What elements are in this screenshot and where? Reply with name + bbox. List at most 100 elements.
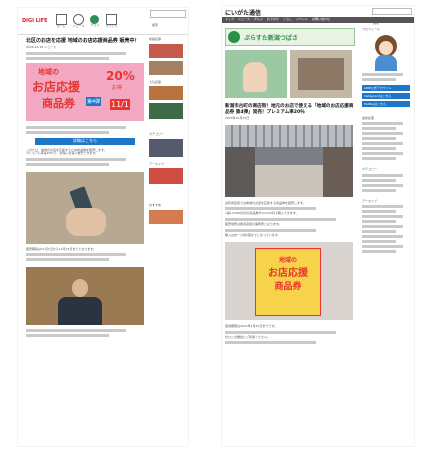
- page-right: にいがた通信 検索 トップ ニュース グルメ おでかけ くらし イベント お問い…: [222, 6, 414, 446]
- nav-item[interactable]: グルメ: [254, 18, 263, 22]
- article-title: 新潟市古町の商店街！地元のお店で使える「地域のお店応援商品券 第4弾」発売！プレ…: [225, 104, 354, 115]
- search-input[interactable]: 検索: [150, 10, 186, 27]
- arcade-floor: [255, 164, 323, 197]
- featured-thumbnail[interactable]: [225, 50, 287, 98]
- text-line: [26, 51, 127, 55]
- banner-percent: 20%: [106, 68, 135, 83]
- person-head: [72, 279, 88, 298]
- featured-thumbnail[interactable]: [290, 50, 352, 98]
- text-line: [362, 188, 396, 192]
- nav-item-event[interactable]: イベント: [105, 13, 117, 29]
- sidebar-thumbnail[interactable]: [149, 209, 183, 224]
- article-title: 北区のお店を応援 地域のお店応援商品券 販売中！: [26, 38, 140, 44]
- sidebar-section-title: カテゴリー: [362, 167, 378, 172]
- site-title[interactable]: にいがた通信: [225, 8, 261, 17]
- banner-line3: 商品券: [42, 96, 75, 110]
- text-line: [362, 220, 396, 224]
- text-line: [362, 137, 396, 141]
- site-header: DIGI LIFE ホーム ニュース グルメ イベント 検索: [18, 8, 188, 35]
- site-logo[interactable]: DIGI LIFE: [22, 18, 48, 24]
- sidebar-section-title: アーカイブ: [362, 198, 377, 203]
- nav-item[interactable]: トップ: [225, 18, 234, 22]
- instagram-button[interactable]: Instagramはこちら: [362, 92, 410, 99]
- article-meta: 2020年10月15日: [225, 116, 250, 121]
- text-line: [362, 210, 396, 214]
- nav-item[interactable]: イベント: [296, 18, 308, 22]
- article-photo-person: [26, 267, 144, 326]
- sidebar-thumbnail[interactable]: [149, 60, 183, 75]
- sidebar-right-page: プロフィール LINE公式アカウント Instagramはこちら Twitter…: [362, 27, 410, 255]
- text-line: [362, 142, 403, 146]
- ad-logo-icon: [228, 31, 240, 43]
- banner-date: 11/1: [110, 98, 130, 110]
- text-line: [362, 230, 396, 234]
- profile-caption: プロフィール: [362, 27, 380, 31]
- nav-item[interactable]: お問い合わせ: [312, 18, 330, 22]
- sidebar-thumbnail[interactable]: [149, 43, 183, 58]
- text-line: [26, 253, 127, 257]
- article-paragraph: 1冊12,000円分の商品券が10,000円で購入できます。: [225, 211, 299, 216]
- text-line: [26, 56, 109, 60]
- line-button[interactable]: LINE公式アカウント: [362, 84, 410, 91]
- banner-line2: お店応援: [32, 79, 81, 94]
- text-line: [362, 225, 403, 229]
- arcade-shops-right: [323, 146, 353, 197]
- nav-bar: トップ ニュース グルメ おでかけ くらし イベント お問い合わせ: [222, 17, 414, 23]
- nav-item[interactable]: ニュース: [238, 18, 250, 22]
- text-line: [362, 205, 403, 209]
- text-line: [225, 330, 336, 334]
- text-line: [362, 245, 403, 249]
- text-line: [225, 341, 316, 345]
- text-line: [362, 235, 403, 239]
- text-line: [26, 258, 109, 262]
- avatar-face: [379, 40, 393, 55]
- article-photo-phone: [26, 171, 144, 244]
- nav-item-home[interactable]: ホーム: [55, 13, 67, 29]
- sidebar-thumbnail[interactable]: [149, 138, 183, 157]
- person-body: [58, 297, 102, 326]
- sidebar-section-title: 最新記事: [362, 115, 375, 120]
- sidebar-thumbnail[interactable]: [149, 86, 183, 101]
- details-button[interactable]: 詳細はこちら: [35, 137, 135, 145]
- text-line: [225, 207, 316, 211]
- text-line: [362, 127, 396, 131]
- article-paragraph: 購入はお一人様5冊までとなっています。: [225, 232, 281, 237]
- article-meta: 2020.10.15 ニュース: [26, 45, 56, 49]
- ad-banner[interactable]: ぷらすた新潟つばさ: [225, 28, 355, 46]
- banner-line1: 地域の: [38, 67, 59, 76]
- article-paragraph: 販売期間は11月1日から11月15日までとなります。: [26, 246, 96, 251]
- nav-item[interactable]: おでかけ: [267, 18, 279, 22]
- arcade-shops-left: [225, 146, 255, 197]
- twitter-button[interactable]: Twitterはこちら: [362, 100, 410, 107]
- sidebar-thumbnail[interactable]: [149, 103, 183, 120]
- featured-thumbnail-figure: [243, 62, 267, 92]
- article-paragraph: 販売場所は各商店街の事務所となります。: [225, 221, 282, 226]
- text-line: [26, 125, 127, 129]
- article-photo-poster: 地域の お店応援 商品券: [225, 242, 353, 321]
- article-photo-arcade: [225, 124, 353, 197]
- sidebar-left-page: 新着記事 人気記事 カテゴリー アーカイブ おすすめ: [149, 37, 183, 224]
- article: 北区のお店を応援 地域のお店応援商品券 販売中！ 2020.10.15 ニュース…: [26, 38, 144, 339]
- hand-shape: [66, 207, 106, 236]
- nav-item-news[interactable]: ニュース: [73, 13, 84, 29]
- site-header: にいがた通信 検索: [222, 6, 414, 25]
- text-line: [362, 77, 396, 81]
- profile-avatar: [371, 34, 401, 71]
- text-line: [362, 183, 403, 187]
- header-nav: ホーム ニュース グルメ イベント: [55, 13, 117, 29]
- avatar-body: [375, 54, 397, 71]
- text-line: [225, 228, 316, 232]
- article-paragraph: 使用期限は2021年1月31日までです。: [225, 324, 278, 329]
- text-line: [26, 130, 109, 134]
- search-input[interactable]: 検索: [372, 8, 412, 25]
- text-line: [26, 329, 127, 333]
- text-line: [362, 250, 396, 254]
- nav-item-gourmet[interactable]: グルメ: [90, 14, 99, 28]
- text-line: [26, 334, 109, 338]
- text-line: [362, 147, 396, 151]
- main-column: ぷらすた新潟つばさ 新潟市古町の商店街！地元のお店で使える「地域のお店応援商品券…: [225, 28, 355, 346]
- campaign-banner[interactable]: 地域の お店応援 商品券 第4弾 20% お得 11/1: [26, 62, 144, 121]
- nav-item[interactable]: くらし: [283, 18, 292, 22]
- article-paragraph: プレミアム率は20%で、お得にお買い物ができます。: [26, 151, 99, 156]
- sidebar-thumbnail[interactable]: [149, 168, 183, 185]
